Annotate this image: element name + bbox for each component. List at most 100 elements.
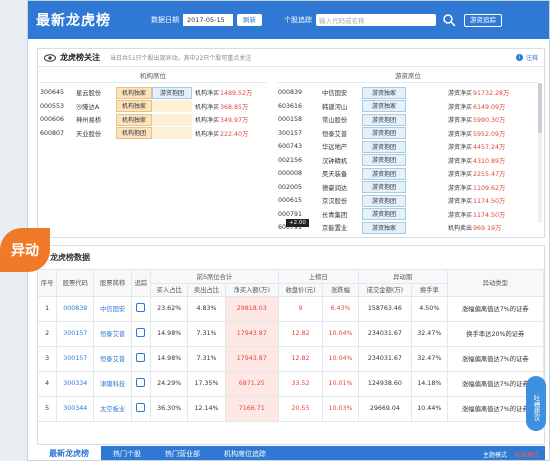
stock-code[interactable]: 600743 xyxy=(278,143,322,150)
stock-name[interactable]: 华远地产 xyxy=(322,142,362,151)
hotmoney-row[interactable]: 000839 中信国安 游资独家 游资净买 91732.28万 xyxy=(278,86,538,100)
stock-code[interactable]: 600807 xyxy=(40,130,76,137)
track-button[interactable]: 游资追踪 xyxy=(464,13,502,27)
stock-code[interactable]: 603616 xyxy=(278,103,322,110)
table-row[interactable]: 5 300344 太空板业 36.30% 12.14% 7166.71 20.55 10.03… xyxy=(38,396,545,422)
stock-name[interactable]: 神州易桥 xyxy=(76,115,116,124)
stock-code[interactable]: 002156 xyxy=(278,157,322,164)
cell-name[interactable]: 太空板业 xyxy=(93,396,132,422)
stock-code[interactable]: 002005 xyxy=(278,184,322,191)
stock-name[interactable]: 沙隆达A xyxy=(76,102,116,111)
hotmoney-row[interactable]: 600791 京能置业 游资独家 机构卖出 969.19万 xyxy=(278,221,538,235)
cell-name[interactable]: 恒泰艾普 xyxy=(93,346,132,372)
hotmoney-row[interactable]: 600743 华远地产 游资抱团 游资净买 4457.24万 xyxy=(278,140,538,154)
stock-name[interactable]: 长青集团 xyxy=(322,210,362,219)
stock-code[interactable]: 000839 xyxy=(278,89,322,96)
cell-net: 7166.71 xyxy=(225,396,279,422)
date-input[interactable]: 2017-05-15 xyxy=(183,14,233,26)
stock-name[interactable]: 恒泰艾普 xyxy=(322,129,362,138)
tag-secondary xyxy=(152,113,192,126)
amount-label: 游资净买 xyxy=(448,144,473,152)
hotmoney-row[interactable]: 002156 汉钟精机 游资抱团 游资净买 4310.89万 xyxy=(278,154,538,168)
cell-track[interactable] xyxy=(131,396,152,422)
cell-track[interactable] xyxy=(131,321,152,347)
tab-hot-branches[interactable]: 热门营业部 xyxy=(153,446,212,460)
stock-name[interactable]: 昊天装备 xyxy=(322,169,362,178)
cell-code[interactable]: 300344 xyxy=(56,396,95,422)
cell-net: 29818.03 xyxy=(225,296,279,322)
table-row[interactable]: 1 000839 中信国安 23.62% 4.83% 29818.03 9 6.43% 1587… xyxy=(38,296,545,322)
table-row[interactable]: 2 300157 恒泰艾普 14.98% 7.31% 17943.87 12.82 10.04… xyxy=(38,321,545,347)
stock-code[interactable]: 000606 xyxy=(40,116,76,123)
cell-code[interactable]: 300157 xyxy=(56,346,95,372)
hotmoney-row[interactable]: 002005 德豪润达 游资抱团 游资净买 1109.62万 xyxy=(278,181,538,195)
th-buy: 买入占比 xyxy=(150,283,189,297)
search-input[interactable]: 输入代码或名称 xyxy=(316,14,436,26)
cell-name[interactable]: 恒泰艾普 xyxy=(93,321,132,347)
track-icon[interactable] xyxy=(136,353,146,362)
cell-code[interactable]: 000839 xyxy=(56,296,95,322)
stock-code[interactable]: 000158 xyxy=(278,116,322,123)
tag-hotmoney: 游资抱团 xyxy=(362,154,406,167)
institution-row[interactable]: 000606 神州易桥 机构独家 机构净买 349.97万 xyxy=(40,113,266,127)
stock-name[interactable]: 星云股份 xyxy=(76,88,116,97)
hotmoney-row[interactable]: 603616 韩建河山 游资独家 游资净买 6149.09万 xyxy=(278,100,538,114)
stock-name[interactable]: 中信国安 xyxy=(322,88,362,97)
tag-hotmoney: 游资抱团 xyxy=(362,167,406,180)
cell-chg: 10.03% xyxy=(322,396,359,422)
institution-row[interactable]: 600807 天业股份 机构抱团 机构净买 222.40万 xyxy=(40,127,266,141)
stock-code[interactable]: 000008 xyxy=(278,170,322,177)
tab-hot-stocks[interactable]: 热门个股 xyxy=(101,446,153,460)
cell-code[interactable]: 300157 xyxy=(56,321,95,347)
tab-latest[interactable]: 最新龙虎榜 xyxy=(37,446,101,460)
institution-row[interactable]: 300645 星云股份 机构独家 游资抱团 机构净买 1489.52万 xyxy=(40,86,266,100)
institution-row[interactable]: 000553 沙隆达A 机构独家 机构净买 368.85万 xyxy=(40,100,266,114)
refresh-button[interactable]: 刷新 xyxy=(237,14,262,26)
data-panel: 龙虎榜数据 序号 股票代码 股票简称 追踪 前5席位合计 上榜日 异动期 异动类… xyxy=(37,245,545,445)
stock-name[interactable]: 韩建河山 xyxy=(322,102,362,111)
hotmoney-row[interactable]: 000008 昊天装备 游资抱团 游资净买 2255.47万 xyxy=(278,167,538,181)
stock-name[interactable]: 京汉股份 xyxy=(322,196,362,205)
stock-code[interactable]: 000553 xyxy=(40,103,76,110)
cell-name[interactable]: 中信国安 xyxy=(93,296,132,322)
stock-name[interactable]: 汉钟精机 xyxy=(322,156,362,165)
cell-sell: 4.83% xyxy=(187,296,226,322)
cell-track[interactable] xyxy=(131,346,152,372)
cell-track[interactable] xyxy=(131,296,152,322)
track-icon[interactable] xyxy=(136,378,146,387)
cell-track[interactable] xyxy=(131,371,152,397)
stock-name[interactable]: 常山股份 xyxy=(322,115,362,124)
hotmoney-row[interactable]: 000791 长青集团 游资抱团 游资净买 1174.50万 xyxy=(278,208,538,222)
stock-name[interactable]: 德豪润达 xyxy=(322,183,362,192)
cell-type: 涨幅偏离值达7%的证券 xyxy=(447,346,545,372)
cell-type: 涨幅偏离值达7%的证券 xyxy=(447,296,545,322)
tag-primary: 机构独家 xyxy=(116,113,152,126)
th-price: 收盘价(元) xyxy=(278,283,324,297)
cell-code[interactable]: 300334 xyxy=(56,371,95,397)
hotmoney-row[interactable]: 000615 京汉股份 游资抱团 游资净买 1174.50万 xyxy=(278,194,538,208)
stock-name[interactable]: 京能置业 xyxy=(322,223,362,232)
feedback-tab[interactable]: 吐槽建议 xyxy=(526,376,546,431)
tab-institution-track[interactable]: 机构席位追踪 xyxy=(212,446,278,460)
track-icon[interactable] xyxy=(136,328,146,337)
track-icon[interactable] xyxy=(136,403,146,412)
stock-code[interactable]: 000791 xyxy=(278,211,322,218)
search-icon[interactable] xyxy=(442,13,456,27)
standard-mode[interactable]: 标准模式 xyxy=(515,450,539,459)
stock-code[interactable]: 000615 xyxy=(278,197,322,204)
track-icon[interactable] xyxy=(136,303,146,312)
stock-code[interactable]: 300157 xyxy=(278,130,322,137)
tag-hotmoney: 游资抱团 xyxy=(362,113,406,126)
stock-code[interactable]: 300645 xyxy=(40,89,76,96)
cell-name[interactable]: 津膜科技 xyxy=(93,371,132,397)
info-link[interactable]: i 注释 xyxy=(515,53,538,62)
table-row[interactable]: 4 300334 津膜科技 24.29% 17.35% 6871.25 33.52 10.01… xyxy=(38,371,545,397)
focus-scrollbar[interactable] xyxy=(538,83,542,223)
hotmoney-row[interactable]: 000158 常山股份 游资抱团 游资净买 5990.30万 xyxy=(278,113,538,127)
hotmoney-row[interactable]: 300157 恒泰艾普 游资抱团 游资净买 5952.09万 xyxy=(278,127,538,141)
amount-value: 5952.09万 xyxy=(473,130,506,138)
table-row[interactable]: 3 300157 恒泰艾普 14.98% 7.31% 17943.87 12.82 10.04… xyxy=(38,346,545,372)
eye-icon xyxy=(44,53,56,62)
stock-name[interactable]: 天业股份 xyxy=(76,129,116,138)
theme-mode[interactable]: 主题模式 xyxy=(483,450,507,459)
